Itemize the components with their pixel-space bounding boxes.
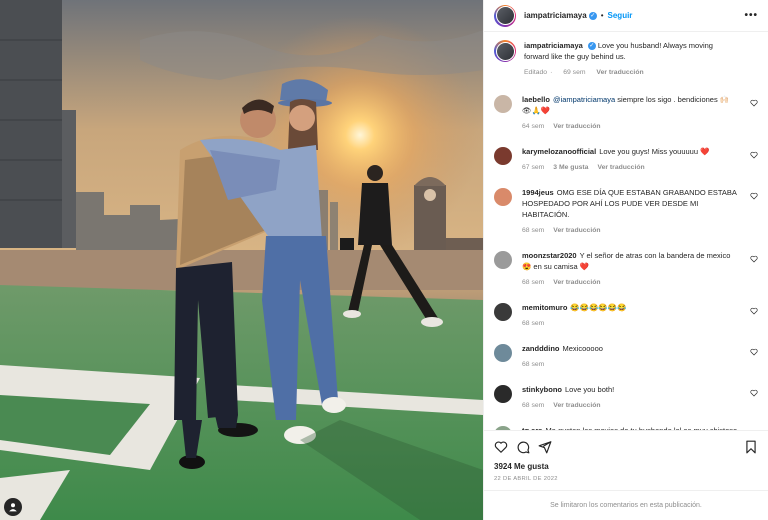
comment-meta: 64 sem Ver traducción — [522, 121, 740, 132]
separator-dot: • — [600, 11, 604, 20]
comment-translate[interactable]: Ver traducción — [597, 164, 644, 171]
comment-avatar[interactable] — [494, 95, 512, 113]
comment-avatar[interactable] — [494, 426, 512, 430]
comments-closed-notice: Se limitaron los comentarios en esta pub… — [484, 490, 768, 520]
comment-item: memitomuro 😂😂😂😂😂😂 68 sem — [494, 302, 758, 329]
comment-item: zandddino Mexicooooo 68 sem — [494, 343, 758, 370]
caption-edited: Editado — [524, 69, 548, 76]
comment-meta: 68 sem Ver traducción — [522, 277, 740, 288]
comment-time[interactable]: 68 sem — [522, 361, 544, 368]
comment-username[interactable]: tg.ara — [522, 426, 542, 430]
post-panel: iampatriciamaya ✓ • Seguir ••• iampatric… — [483, 0, 768, 520]
comment-meta: 68 sem Ver traducción — [522, 225, 740, 236]
more-icon[interactable]: ••• — [744, 10, 758, 21]
comment-username[interactable]: stinkybono — [522, 385, 562, 394]
caption-meta: Editado · 69 sem Ver traducción — [524, 69, 644, 76]
comment-likes[interactable]: 3 Me gusta — [553, 164, 588, 171]
comment-time[interactable]: 68 sem — [522, 402, 544, 409]
comment-username[interactable]: moonzstar2020 — [522, 251, 577, 260]
post-date: 22 DE ABRIL DE 2022 — [494, 476, 558, 482]
caption-avatar[interactable] — [494, 40, 516, 62]
comment-text: siempre los sigo . bendiciones 🙌🏻 — [615, 95, 730, 104]
comment-emoji: 👁🙏❤️ — [522, 106, 551, 115]
comment-username[interactable]: zandddino — [522, 344, 560, 353]
follow-button[interactable]: Seguir — [608, 11, 633, 20]
photo-scene — [0, 0, 483, 520]
caption-username[interactable]: iampatriciamaya — [524, 41, 583, 50]
post-photo[interactable] — [0, 0, 483, 520]
comment-like-icon[interactable] — [750, 192, 758, 200]
post-header: iampatriciamaya ✓ • Seguir ••• — [484, 0, 768, 32]
verified-icon: ✓ — [587, 42, 596, 51]
share-icon[interactable] — [538, 440, 552, 454]
comment-text: Love you both! — [565, 385, 615, 394]
comment-translate[interactable]: Ver traducción — [553, 227, 600, 234]
comment-item: karymelozanoofficial Love you guys! Miss … — [494, 146, 758, 173]
comment-avatar[interactable] — [494, 344, 512, 362]
comment-username[interactable]: 1994jeus — [522, 188, 554, 197]
comment-username[interactable]: memitomuro — [522, 303, 567, 312]
comment-translate[interactable]: Ver traducción — [553, 123, 600, 130]
comment-avatar[interactable] — [494, 188, 512, 206]
comment-item: moonzstar2020 Y el señor de atras con la … — [494, 250, 758, 288]
comment-meta: 68 sem — [522, 318, 740, 329]
comment-avatar[interactable] — [494, 147, 512, 165]
caption: iampatriciamaya ✓ Love you husband! Alway… — [494, 40, 758, 78]
comment-text: 😂😂😂😂😂😂 — [570, 303, 627, 312]
comment-translate[interactable]: Ver traducción — [553, 402, 600, 409]
header-username[interactable]: iampatriciamaya — [524, 11, 587, 20]
comment-username[interactable]: laebello — [522, 95, 550, 104]
comment-item: laebello @iampatriciamaya siempre los sig… — [494, 94, 758, 132]
comments-list[interactable]: iampatriciamaya ✓ Love you husband! Alway… — [484, 32, 768, 430]
comment-text: OMG ESE DÍA QUE ESTABAN GRABANDO ESTABA … — [522, 188, 737, 219]
verified-icon: ✓ — [588, 11, 597, 20]
comment-avatar[interactable] — [494, 251, 512, 269]
bookmark-icon[interactable] — [744, 440, 758, 454]
comment-time[interactable]: 64 sem — [522, 123, 544, 130]
comment-time[interactable]: 68 sem — [522, 320, 544, 327]
comment-item: 1994jeus OMG ESE DÍA QUE ESTABAN GRABANDO… — [494, 187, 758, 236]
action-bar — [484, 430, 768, 462]
comment-meta: 68 sem — [522, 359, 740, 370]
likes-count[interactable]: 3924 Me gusta — [484, 462, 768, 474]
comment-icon[interactable] — [516, 440, 530, 454]
comment-like-icon[interactable] — [750, 99, 758, 107]
comment-like-icon[interactable] — [750, 151, 758, 159]
comment-meta: 67 sem 3 Me gusta Ver traducción — [522, 162, 740, 173]
comment-avatar[interactable] — [494, 385, 512, 403]
comment-like-icon[interactable] — [750, 307, 758, 315]
comment-time[interactable]: 68 sem — [522, 227, 544, 234]
avatar[interactable] — [494, 4, 516, 27]
comment-like-icon[interactable] — [750, 348, 758, 356]
comment-avatar[interactable] — [494, 303, 512, 321]
comment-item: tg.araMe gustan las movies de tu husband… — [494, 425, 758, 430]
comment-item: stinkybono Love you both! 68 sem Ver traduc… — [494, 384, 758, 411]
user-icon — [9, 503, 17, 512]
comment-like-icon[interactable] — [750, 389, 758, 397]
comment-mention[interactable]: @iampatriciamaya — [553, 95, 615, 104]
heart-icon[interactable] — [494, 440, 508, 454]
comment-meta: 68 sem Ver traducción — [522, 400, 740, 411]
comment-like-icon[interactable] — [750, 255, 758, 263]
tagged-users-button[interactable] — [4, 498, 22, 516]
comment-translate[interactable]: Ver traducción — [553, 279, 600, 286]
comment-text: Love you guys! Miss youuuuu ❤️ — [599, 147, 710, 156]
comment-text: Mexicooooo — [562, 344, 603, 353]
caption-time[interactable]: 69 sem — [563, 69, 585, 76]
comment-text: Me gustan las movies de tu husbando lol … — [522, 426, 737, 430]
caption-translate[interactable]: Ver traducción — [596, 69, 643, 76]
comment-time[interactable]: 68 sem — [522, 279, 544, 286]
comment-time[interactable]: 67 sem — [522, 164, 544, 171]
comment-username[interactable]: karymelozanoofficial — [522, 147, 596, 156]
